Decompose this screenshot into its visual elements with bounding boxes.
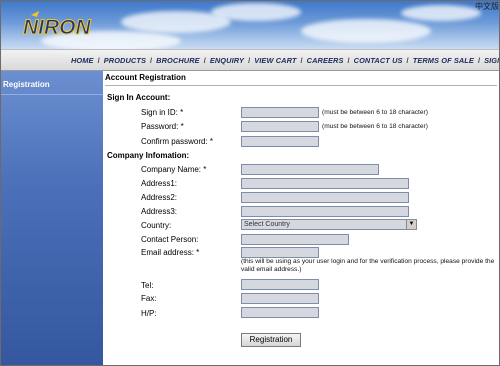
registration-button[interactable]: Registration [241, 333, 301, 347]
address1-input[interactable] [241, 178, 409, 189]
nav-link-view-cart[interactable]: VIEW CART [254, 56, 296, 65]
nav-links: HOME / PRODUCTS / BROCHURE / ENQUIRY / VIEW CART… [71, 56, 499, 65]
nav-link-contact-us[interactable]: CONTACT US [354, 56, 403, 65]
email-note: (this will be using as your user login a… [241, 258, 495, 274]
nav-separator: / [347, 56, 350, 65]
sign-in-id-label: Sign in ID: * [141, 108, 184, 117]
sidebar-item-registration[interactable]: Registration [1, 77, 103, 95]
section-company: Company Infomation: [107, 151, 190, 160]
nav-separator: / [477, 56, 481, 65]
contact-person-label: Contact Person: [141, 235, 199, 244]
niron-logo[interactable]: NIRON [17, 7, 103, 43]
header-banner: NIRON 中文版 [1, 1, 499, 49]
nav-separator: / [248, 56, 251, 65]
nav-separator: / [97, 56, 100, 65]
company-name-input[interactable] [241, 164, 379, 175]
nav-link-enquiry[interactable]: ENQUIRY [210, 56, 244, 65]
sign-in-id-note: (must be between 6 to 18 character) [322, 109, 428, 116]
registration-form: Account Registration Sign In Account: Si… [105, 71, 499, 365]
sign-in-id-input[interactable] [241, 107, 319, 118]
language-link[interactable]: 中文版 [475, 1, 499, 12]
nav-link-sign-in[interactable]: SIGN IN [484, 56, 499, 65]
country-label: Country: [141, 221, 172, 230]
nav-link-home[interactable]: HOME [71, 56, 94, 65]
fax-label: Fax: [141, 294, 157, 303]
nav-link-careers[interactable]: CAREERS [307, 56, 344, 65]
brand-text: NIRON [23, 16, 92, 39]
password-label: Password: * [141, 122, 184, 131]
address3-input[interactable] [241, 206, 409, 217]
nav-separator: / [300, 56, 303, 65]
password-note: (must be between 6 to 18 character) [322, 123, 428, 130]
tel-label: Tel: [141, 281, 154, 290]
confirm-password-input[interactable] [241, 136, 319, 147]
company-name-label: Company Name: * [141, 165, 207, 174]
hp-input[interactable] [241, 307, 319, 318]
tel-input[interactable] [241, 279, 319, 290]
contact-person-input[interactable] [241, 234, 349, 245]
nav-separator: / [406, 56, 409, 65]
nav-separator: / [150, 56, 153, 65]
email-label: Email address: * [141, 248, 200, 257]
section-sign-in: Sign In Account: [107, 93, 171, 102]
address3-label: Address3: [141, 207, 178, 216]
nav-separator: / [203, 56, 206, 65]
nav-link-brochure[interactable]: BROCHURE [156, 56, 200, 65]
nav-link-terms-of-sale[interactable]: TERMS OF SALE [413, 56, 474, 65]
page: NIRON 中文版 HOME / PRODUCTS / BROCHURE / ENQUIRY… [0, 0, 500, 366]
nav-link-products[interactable]: PRODUCTS [104, 56, 146, 65]
page-title: Account Registration [105, 73, 497, 86]
email-input[interactable] [241, 247, 319, 258]
address2-label: Address2: [141, 193, 178, 202]
fax-input[interactable] [241, 293, 319, 304]
country-select[interactable]: Select Country ▼ [241, 219, 417, 230]
top-nav: HOME / PRODUCTS / BROCHURE / ENQUIRY / VIEW CART… [1, 49, 499, 71]
address2-input[interactable] [241, 192, 409, 203]
hp-label: H/P: [141, 309, 157, 318]
sidebar: Registration [1, 71, 103, 365]
country-selected-value: Select Country [244, 221, 290, 228]
confirm-password-label: Confirm password: * [141, 137, 214, 146]
address1-label: Address1: [141, 179, 178, 188]
password-input[interactable] [241, 121, 319, 132]
chevron-down-icon[interactable]: ▼ [406, 220, 416, 229]
